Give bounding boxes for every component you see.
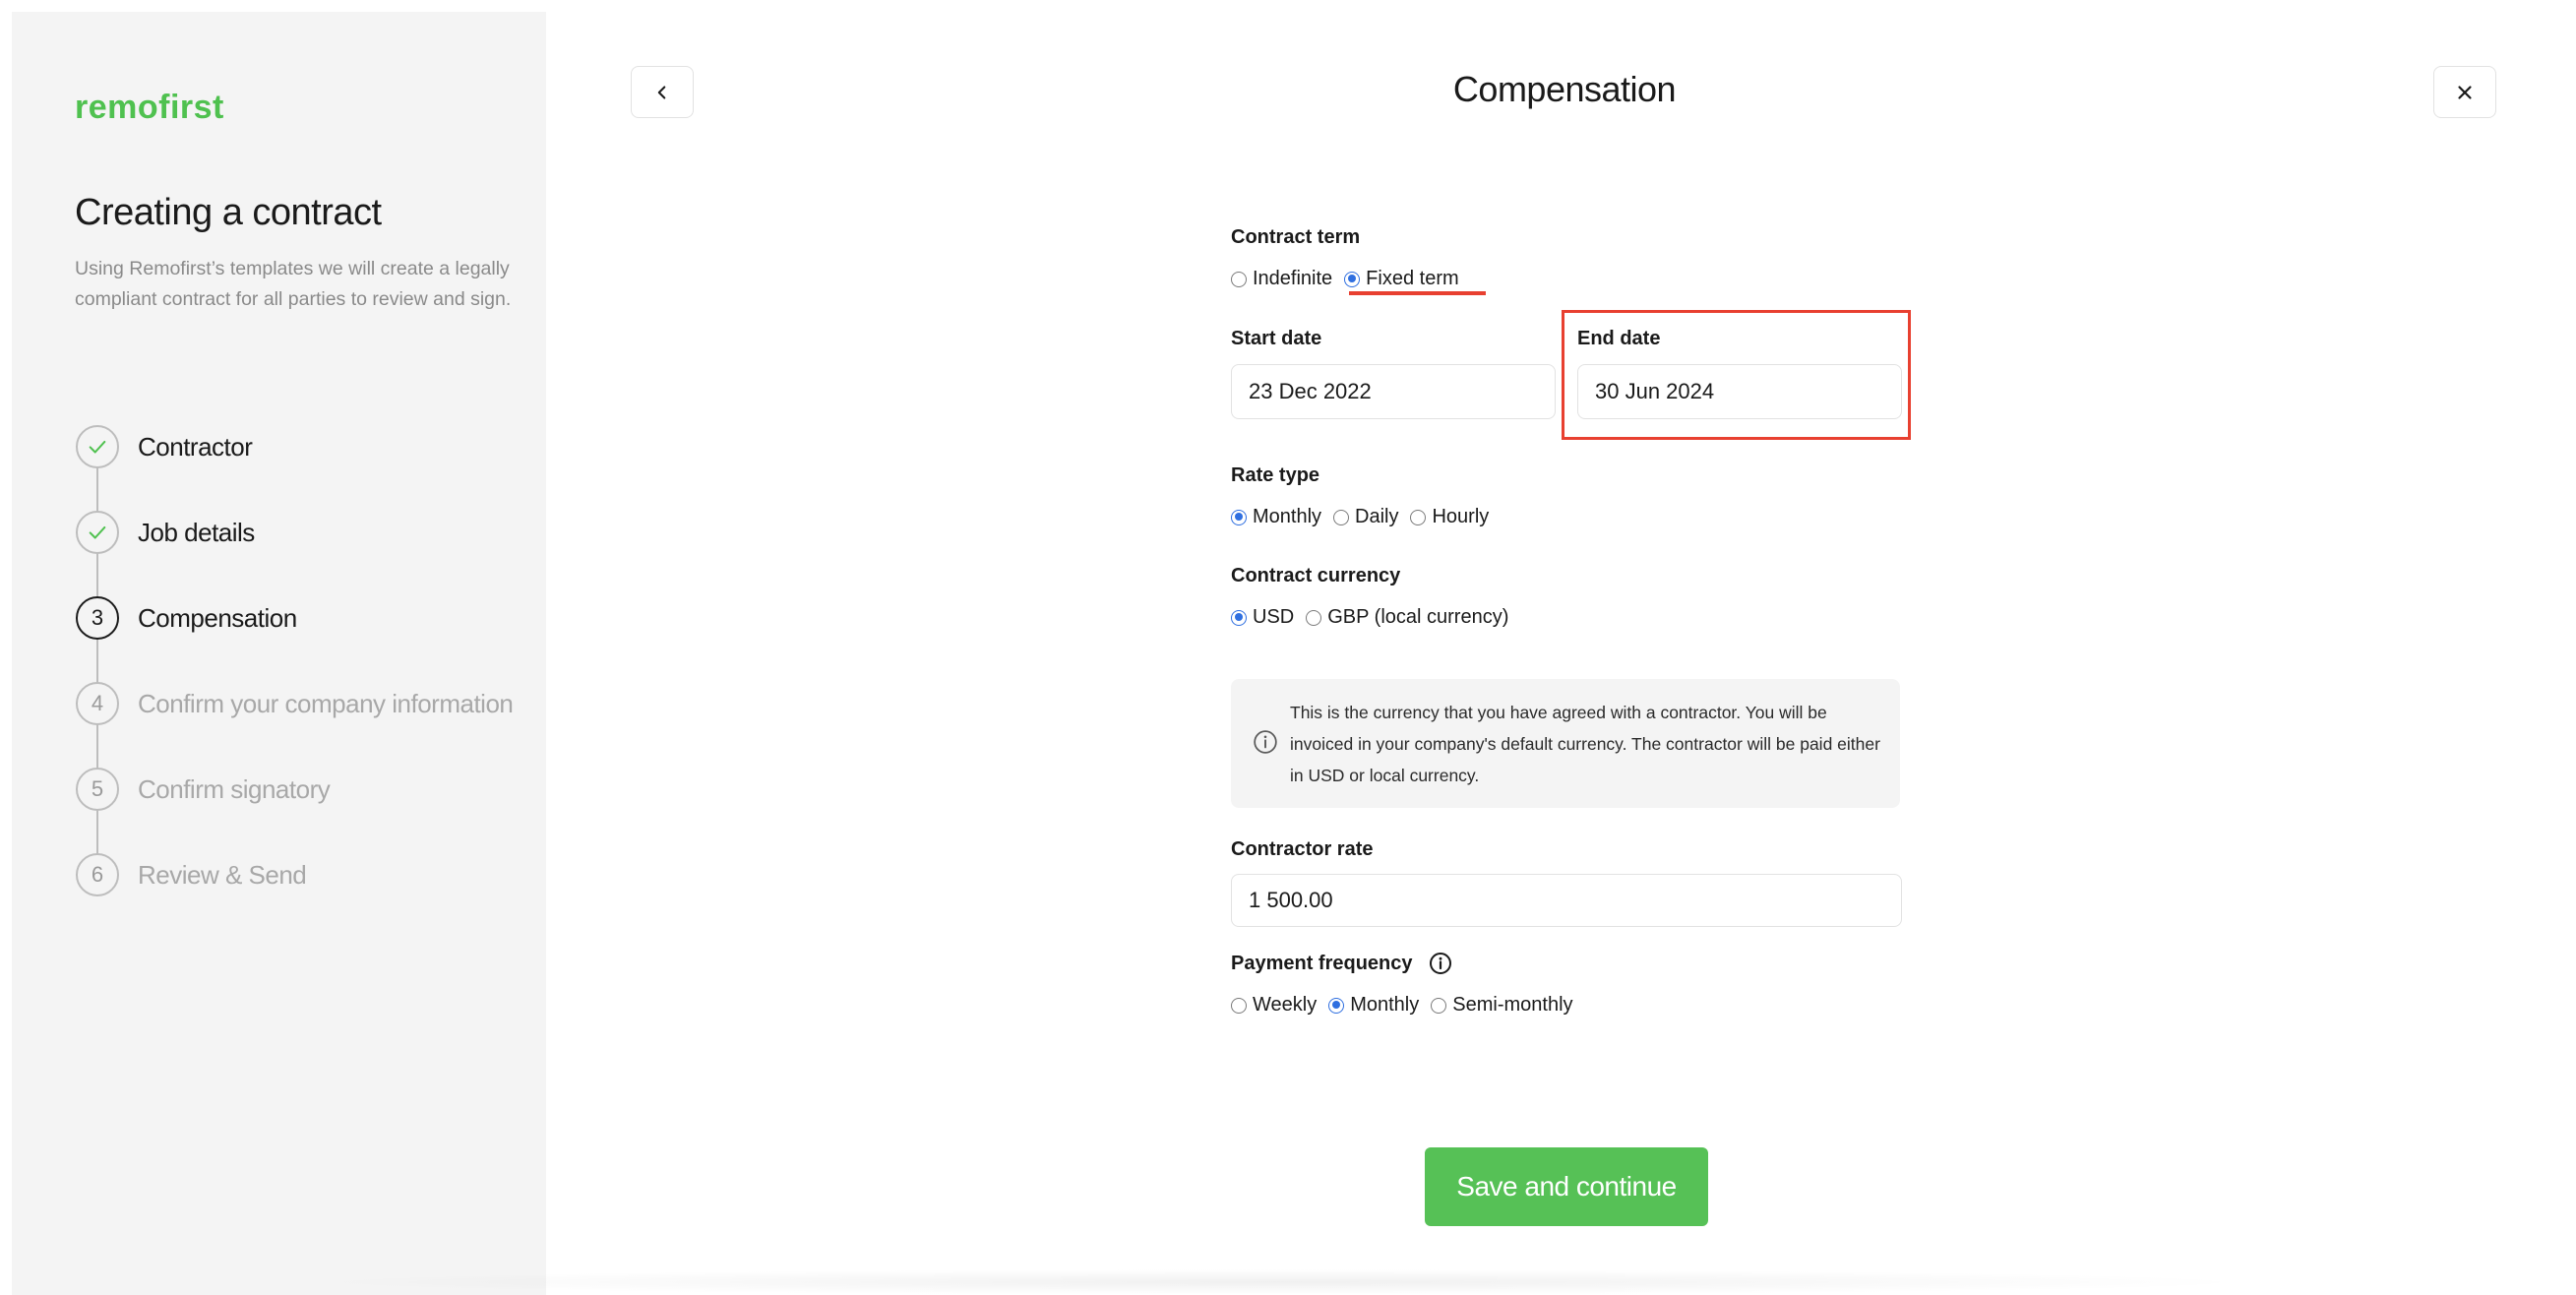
close-icon bbox=[2458, 85, 2472, 99]
step-number: 4 bbox=[76, 682, 119, 725]
save-and-continue-button[interactable]: Save and continue bbox=[1425, 1147, 1708, 1226]
stepper: Contractor Job details 3 Compensation 4 … bbox=[76, 425, 538, 917]
page-title: Compensation bbox=[1452, 69, 1677, 109]
sidebar: remofirst Creating a contract Using Remo… bbox=[12, 12, 546, 1295]
check-icon bbox=[76, 511, 119, 554]
radio-circle[interactable] bbox=[1231, 609, 1247, 626]
step-contractor[interactable]: Contractor bbox=[76, 425, 253, 468]
step-label: Job details bbox=[138, 517, 255, 547]
radio-label: Indefinite bbox=[1253, 268, 1333, 289]
step-job-details[interactable]: Job details bbox=[76, 511, 255, 554]
step-number: 3 bbox=[76, 596, 119, 640]
radio-gbp[interactable]: GBP (local currency) bbox=[1306, 606, 1508, 629]
radio-label: Weekly bbox=[1253, 994, 1318, 1016]
radio-circle[interactable] bbox=[1431, 997, 1447, 1014]
step-label: Contractor bbox=[138, 431, 253, 462]
step-compensation[interactable]: 3 Compensation bbox=[76, 596, 297, 640]
info-icon bbox=[1254, 730, 1277, 754]
chevron-left-icon bbox=[657, 85, 666, 99]
step-label: Confirm your company information bbox=[138, 688, 514, 718]
radio-circle[interactable] bbox=[1328, 997, 1345, 1014]
radio-usd[interactable]: USD bbox=[1231, 606, 1294, 629]
step-label: Review & Send bbox=[138, 859, 307, 890]
step-label: Confirm signatory bbox=[138, 773, 331, 804]
sidebar-title: Creating a contract bbox=[75, 192, 382, 233]
radio-daily[interactable]: Daily bbox=[1333, 506, 1398, 528]
back-button[interactable] bbox=[631, 66, 694, 118]
radio-circle[interactable] bbox=[1231, 509, 1247, 525]
contract-currency-radio-group: USD GBP (local currency) bbox=[1231, 606, 1520, 629]
remofirst-logo: remofirst bbox=[75, 89, 224, 126]
radio-label: Monthly bbox=[1253, 506, 1322, 527]
radio-hourly[interactable]: Hourly bbox=[1410, 506, 1489, 528]
step-confirm-signatory: 5 Confirm signatory bbox=[76, 768, 331, 811]
radio-circle[interactable] bbox=[1410, 509, 1427, 525]
radio-circle[interactable] bbox=[1333, 509, 1350, 525]
start-date-input[interactable] bbox=[1231, 364, 1556, 419]
radio-label: Monthly bbox=[1350, 994, 1420, 1016]
step-label: Compensation bbox=[138, 602, 297, 633]
radio-monthly[interactable]: Monthly bbox=[1231, 506, 1321, 528]
step-confirm-company: 4 Confirm your company information bbox=[76, 682, 514, 725]
radio-label: Semi-monthly bbox=[1452, 994, 1573, 1016]
bottom-shadow bbox=[295, 1269, 2263, 1295]
payment-frequency-radio-group: Weekly Monthly Semi-monthly bbox=[1231, 994, 1585, 1017]
contract-term-radio-group: Indefinite Fixed term bbox=[1231, 268, 1471, 290]
radio-label: GBP (local currency) bbox=[1327, 606, 1509, 628]
radio-label: Daily bbox=[1355, 506, 1399, 527]
rate-type-label: Rate type bbox=[1231, 464, 1320, 486]
info-icon[interactable] bbox=[1429, 952, 1452, 975]
contract-term-label: Contract term bbox=[1231, 226, 1361, 248]
radio-circle[interactable] bbox=[1306, 609, 1322, 626]
annotation-underline bbox=[1349, 291, 1486, 295]
radio-weekly[interactable]: Weekly bbox=[1231, 994, 1317, 1017]
radio-monthly-frequency[interactable]: Monthly bbox=[1328, 994, 1419, 1017]
step-number: 5 bbox=[76, 768, 119, 811]
check-icon bbox=[76, 425, 119, 468]
radio-circle[interactable] bbox=[1231, 271, 1247, 287]
contract-currency-label: Contract currency bbox=[1231, 565, 1401, 586]
close-button[interactable] bbox=[2433, 66, 2496, 118]
start-date-label: Start date bbox=[1231, 328, 1322, 349]
radio-circle[interactable] bbox=[1231, 997, 1247, 1014]
annotation-highlight-box bbox=[1562, 310, 1911, 440]
currency-info-box: This is the currency that you have agree… bbox=[1231, 679, 1900, 808]
contractor-rate-label: Contractor rate bbox=[1231, 838, 1374, 860]
step-review-send: 6 Review & Send bbox=[76, 853, 307, 896]
sidebar-description: Using Remofirst’s templates we will crea… bbox=[75, 258, 512, 310]
radio-circle[interactable] bbox=[1344, 271, 1361, 287]
step-number: 6 bbox=[76, 853, 119, 896]
currency-info-text: This is the currency that you have agree… bbox=[1290, 703, 1880, 785]
radio-indefinite[interactable]: Indefinite bbox=[1231, 268, 1332, 290]
radio-label: USD bbox=[1253, 606, 1295, 628]
radio-label: Fixed term bbox=[1366, 268, 1459, 289]
radio-label: Hourly bbox=[1432, 506, 1490, 527]
radio-semi-monthly[interactable]: Semi-monthly bbox=[1431, 994, 1573, 1017]
rate-type-radio-group: Monthly Daily Hourly bbox=[1231, 506, 1501, 528]
contractor-rate-input[interactable] bbox=[1231, 874, 1902, 927]
radio-fixed-term[interactable]: Fixed term bbox=[1344, 268, 1459, 290]
payment-frequency-label: Payment frequency bbox=[1231, 953, 1413, 974]
